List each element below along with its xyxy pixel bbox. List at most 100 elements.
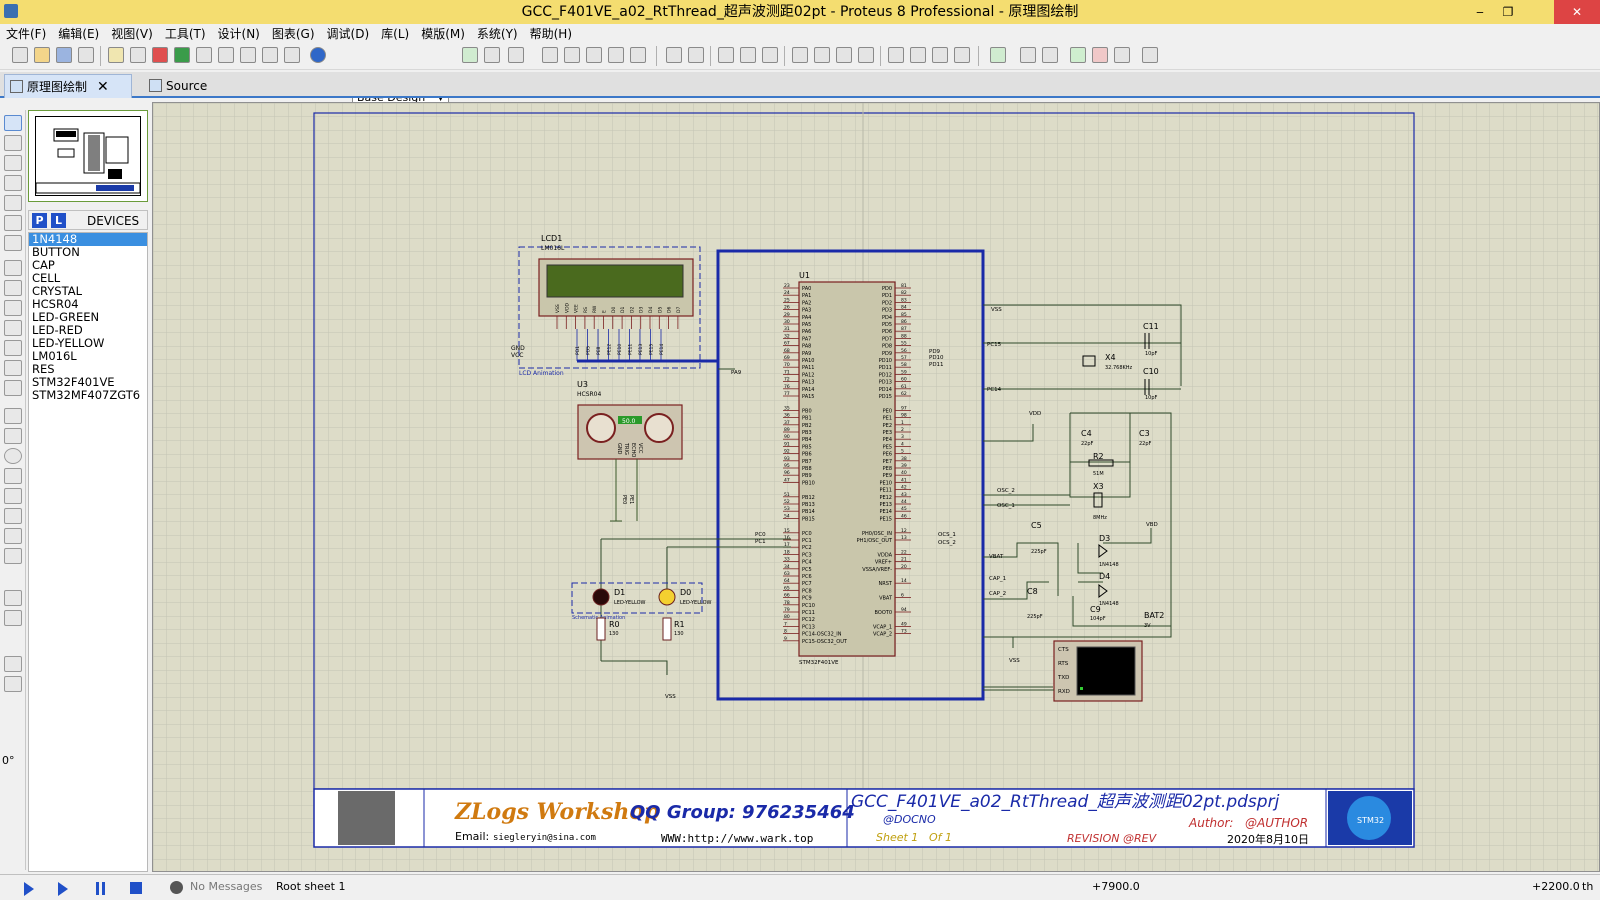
device-list[interactable]: 1N4148 BUTTON CAP CELL CRYSTAL HCSR04 LE… — [28, 232, 148, 872]
message-status[interactable]: No Messages — [190, 880, 262, 893]
delete-sheet-icon[interactable] — [1092, 47, 1108, 63]
netlist-icon[interactable] — [1142, 47, 1158, 63]
component-mode-icon[interactable] — [4, 135, 22, 151]
zoom-all-icon[interactable] — [608, 47, 624, 63]
u1-right-pin-num: 82 — [901, 290, 907, 296]
step-icon[interactable] — [58, 882, 68, 896]
overview-window[interactable] — [28, 110, 148, 202]
stop-icon[interactable] — [130, 882, 142, 894]
pcb-icon[interactable] — [152, 47, 168, 63]
mirror-x-icon[interactable] — [4, 656, 22, 672]
instrument-icon[interactable] — [4, 380, 22, 396]
menu-view[interactable]: 视图(V) — [111, 25, 153, 42]
refresh-icon[interactable] — [462, 47, 478, 63]
text-icon[interactable] — [4, 508, 22, 524]
lcd-pin-label: RW — [592, 305, 598, 313]
tab-source-code[interactable]: Source Code✕ — [144, 74, 259, 118]
new-sheet-icon[interactable] — [1070, 47, 1086, 63]
box-icon[interactable] — [4, 428, 22, 444]
restore-button[interactable]: ❐ — [1496, 0, 1520, 24]
list-item[interactable]: STM32MF407ZGT6 — [29, 389, 147, 402]
menu-library[interactable]: 库(L) — [381, 25, 409, 42]
zoom-out-icon[interactable] — [586, 47, 602, 63]
selection-mode-icon[interactable] — [4, 115, 22, 131]
import-icon[interactable] — [78, 47, 94, 63]
library-manager-button[interactable]: L — [51, 213, 66, 228]
wire-autorouter-icon[interactable] — [990, 47, 1006, 63]
redo-icon[interactable] — [688, 47, 704, 63]
close-button[interactable]: ✕ — [1554, 0, 1600, 24]
pan-icon[interactable] — [542, 47, 558, 63]
design-explorer-icon[interactable] — [218, 47, 234, 63]
help-icon[interactable] — [310, 47, 326, 63]
u1-left-pin-num: 96 — [784, 470, 790, 476]
rotate-clockwise-icon[interactable] — [4, 590, 22, 606]
bom-icon[interactable] — [240, 47, 256, 63]
pause-icon[interactable] — [96, 882, 105, 895]
rotate-anticlockwise-icon[interactable] — [4, 610, 22, 626]
make-device-icon[interactable] — [910, 47, 926, 63]
open-folder-icon[interactable] — [34, 47, 50, 63]
menu-tools[interactable]: 工具(T) — [165, 25, 206, 42]
menu-template[interactable]: 模版(M) — [421, 25, 465, 42]
close-icon[interactable]: ✕ — [97, 79, 109, 95]
grid-icon[interactable] — [484, 47, 500, 63]
source-code-icon[interactable] — [262, 47, 278, 63]
line-icon[interactable] — [4, 408, 22, 424]
wire-label-icon[interactable] — [4, 175, 22, 191]
minimize-button[interactable]: ‒ — [1468, 0, 1492, 24]
new-file-icon[interactable] — [12, 47, 28, 63]
text-script-icon[interactable] — [4, 195, 22, 211]
block-delete-icon[interactable] — [858, 47, 874, 63]
block-copy-icon[interactable] — [792, 47, 808, 63]
bus-icon[interactable] — [4, 215, 22, 231]
decompose-icon[interactable] — [954, 47, 970, 63]
terminal-icon[interactable] — [4, 260, 22, 276]
notes-icon[interactable] — [284, 47, 300, 63]
undo-icon[interactable] — [666, 47, 682, 63]
schematic-canvas[interactable]: LCD1 LM016L VSS VDD VEE RS RW E D0 D1 D2 D3 D4 D5 D6… — [152, 102, 1600, 872]
symbol-icon[interactable] — [4, 528, 22, 544]
goto-sheet-icon[interactable] — [1114, 47, 1130, 63]
junction-icon[interactable] — [4, 155, 22, 171]
mirror-y-icon[interactable] — [4, 676, 22, 692]
graph-icon[interactable] — [4, 300, 22, 316]
menu-system[interactable]: 系统(Y) — [477, 25, 518, 42]
pick-device-button[interactable]: P — [32, 213, 47, 228]
zoom-in-icon[interactable] — [564, 47, 580, 63]
subcircuit-icon[interactable] — [4, 235, 22, 251]
arc-icon[interactable] — [4, 468, 22, 484]
menu-graph[interactable]: 图表(G) — [272, 25, 315, 42]
menu-edit[interactable]: 编辑(E) — [58, 25, 99, 42]
marker-icon[interactable] — [4, 548, 22, 564]
block-move-icon[interactable] — [814, 47, 830, 63]
gerber-icon[interactable] — [196, 47, 212, 63]
property-tool-icon[interactable] — [1042, 47, 1058, 63]
copy-icon[interactable] — [740, 47, 756, 63]
paste-icon[interactable] — [762, 47, 778, 63]
menu-design[interactable]: 设计(N) — [218, 25, 260, 42]
origin-icon[interactable] — [508, 47, 524, 63]
path-icon[interactable] — [4, 488, 22, 504]
menu-debug[interactable]: 调试(D) — [327, 25, 370, 42]
generator-icon[interactable] — [4, 340, 22, 356]
3d-icon[interactable] — [174, 47, 190, 63]
pin-icon[interactable] — [4, 280, 22, 296]
schematic-icon[interactable] — [130, 47, 146, 63]
circle-icon[interactable] — [4, 448, 22, 464]
cut-icon[interactable] — [718, 47, 734, 63]
packaging-icon[interactable] — [932, 47, 948, 63]
block-rotate-icon[interactable] — [836, 47, 852, 63]
tab-schematic[interactable]: 原理图绘制 ✕ — [4, 74, 132, 98]
save-icon[interactable] — [56, 47, 72, 63]
menu-help[interactable]: 帮助(H) — [530, 25, 572, 42]
home-icon[interactable] — [108, 47, 124, 63]
play-icon[interactable] — [24, 882, 34, 896]
zoom-area-icon[interactable] — [630, 47, 646, 63]
menu-file[interactable]: 文件(F) — [6, 25, 46, 42]
voltage-probe-icon[interactable] — [4, 360, 22, 376]
search-icon[interactable] — [1020, 47, 1036, 63]
rotation-angle[interactable]: 0° — [2, 754, 15, 767]
pick-device-icon[interactable] — [888, 47, 904, 63]
tape-icon[interactable] — [4, 320, 22, 336]
